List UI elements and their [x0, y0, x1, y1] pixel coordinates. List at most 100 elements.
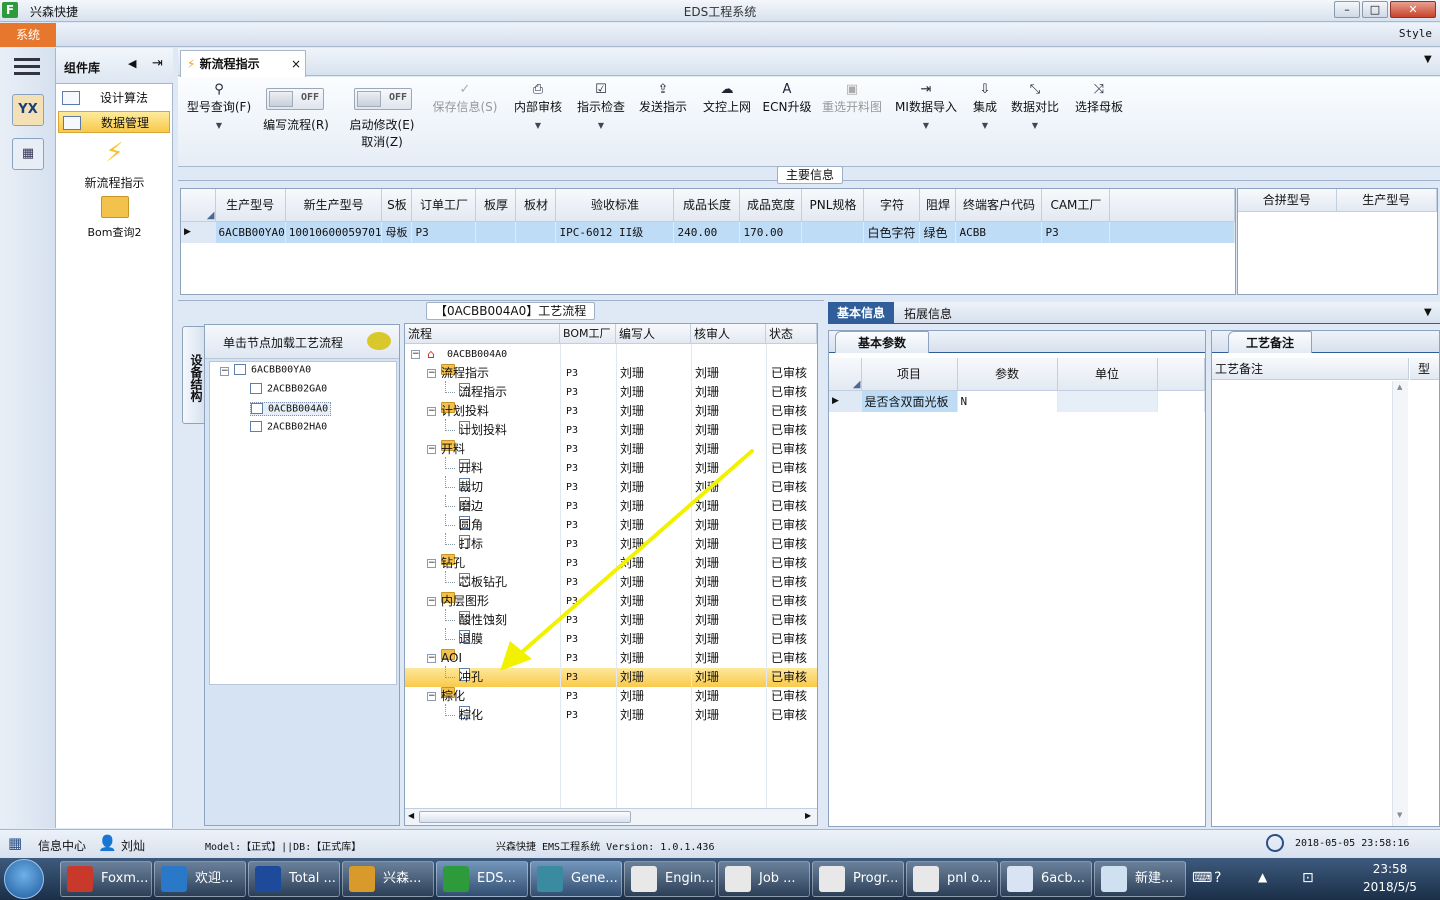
col-reviewer[interactable]: 核审人 [691, 324, 766, 344]
col-merge-model[interactable]: 合拼型号 [1238, 189, 1337, 212]
tree-root-row[interactable]: − ⌂ 0ACBB004A0 [405, 345, 817, 364]
tab-basic-params[interactable]: 基本参数 [835, 331, 929, 353]
save-info-button[interactable]: ✓ 保存信息(S) [430, 82, 500, 115]
reselect-cut-button[interactable]: ▣ 重选开料图 [820, 82, 884, 115]
flow-row[interactable]: 芯板钻孔 P3 刘珊 刘珊 已审核 [405, 571, 817, 592]
col-item[interactable]: 项目 [861, 358, 958, 391]
col-bom-factory[interactable]: BOM工厂 [560, 324, 616, 344]
col-status[interactable]: 状态 [766, 324, 817, 344]
table-row[interactable]: ▶ 是否含双面光板 N [829, 390, 1205, 412]
flow-row[interactable]: 裁切 P3 刘珊 刘珊 已审核 [405, 476, 817, 497]
minimize-button[interactable]: – [1334, 1, 1360, 18]
help-icon[interactable]: ? [1214, 870, 1221, 886]
write-flow-toggle[interactable]: OFF [266, 88, 324, 110]
close-window-button[interactable]: ✕ [1390, 1, 1436, 18]
taskbar-app-button[interactable]: EDS... [436, 861, 528, 897]
scrollbar-thumb[interactable] [419, 811, 631, 823]
complib-item-data-management[interactable]: 数据管理 [58, 111, 170, 133]
tab-basic-info[interactable]: 基本信息 [828, 302, 894, 324]
taskbar-app-button[interactable]: 兴森... [342, 861, 434, 897]
pin-icon[interactable]: ⇥ [152, 56, 163, 71]
start-modify-toggle[interactable]: OFF [354, 88, 412, 110]
col-s-board[interactable]: S板 [381, 189, 413, 222]
col-cam-factory[interactable]: CAM工厂 [1041, 189, 1111, 222]
send-instruction-button[interactable]: ⇪ 发送指示 [636, 82, 690, 115]
data-compare-button[interactable]: ⤡ 数据对比 ▼ [1008, 82, 1062, 130]
type-query-button[interactable]: ⚲ 型号查询(F) ▼ [184, 82, 254, 130]
taskbar-app-button[interactable]: Gene... [530, 861, 622, 897]
internal-review-button[interactable]: ⎙ 内部审核 ▼ [511, 82, 565, 130]
taskbar-time[interactable]: 23:58 [1360, 862, 1420, 876]
taskbar-date[interactable]: 2018/5/5 [1356, 880, 1424, 894]
new-flow-instruction-item[interactable]: ⚡ 新流程指示 [56, 138, 173, 191]
hamburger-menu-icon[interactable] [14, 56, 40, 76]
collapse-icon[interactable]: − [220, 367, 229, 376]
flow-row[interactable]: − AOI P3 刘珊 刘珊 已审核 [405, 649, 817, 668]
tray-expand-icon[interactable]: ▲ [1258, 870, 1267, 884]
flow-row[interactable]: − 内层图形 P3 刘珊 刘珊 已审核 [405, 592, 817, 611]
flow-row[interactable]: − 钻孔 P3 刘珊 刘珊 已审核 [405, 554, 817, 573]
tab-extended-info[interactable]: 拓展信息 [904, 305, 952, 322]
yx-module-icon[interactable]: YX [12, 94, 44, 126]
upload-doc-button[interactable]: ☁ 文控上网 [698, 82, 756, 115]
bom-query-item[interactable]: Bom查询2 [56, 196, 173, 240]
flow-row[interactable]: 磨边 P3 刘珊 刘珊 已审核 [405, 495, 817, 516]
flow-row[interactable]: − 开料 P3 刘珊 刘珊 已审核 [405, 440, 817, 459]
col-type[interactable]: 型 [1410, 358, 1439, 380]
tab-process-notes[interactable]: 工艺备注 [1228, 331, 1312, 353]
col-thickness[interactable]: 板厚 [475, 189, 517, 222]
col-side-production-model[interactable]: 生产型号 [1336, 189, 1437, 212]
tab-dropdown-icon[interactable]: ▼ [1424, 54, 1432, 65]
taskbar-app-button[interactable]: Foxm... [60, 861, 152, 897]
collapse-icon[interactable]: − [427, 654, 436, 663]
collapse-icon[interactable]: − [427, 692, 436, 701]
col-length[interactable]: 成品长度 [673, 189, 741, 222]
complib-item-design-algorithm[interactable]: 设计算法 [58, 87, 170, 109]
taskbar-app-button[interactable]: Progr... [812, 861, 904, 897]
arrow-left-icon[interactable]: ◀ [128, 57, 136, 70]
network-icon[interactable]: ⊡ [1302, 870, 1314, 886]
taskbar-app-button[interactable]: 欢迎... [154, 861, 246, 897]
collapse-icon[interactable]: − [427, 445, 436, 454]
col-customer-code[interactable]: 终端客户代码 [955, 189, 1043, 222]
flow-row[interactable]: 计划投料 P3 刘珊 刘珊 已审核 [405, 419, 817, 440]
collapse-icon[interactable]: − [427, 407, 436, 416]
col-solder-mask[interactable]: 阻焊 [919, 189, 957, 222]
flow-row[interactable]: − 棕化 P3 刘珊 刘珊 已审核 [405, 687, 817, 706]
col-order-factory[interactable]: 订单工厂 [411, 189, 477, 222]
start-button[interactable] [4, 859, 44, 899]
collapse-icon[interactable]: − [411, 350, 420, 359]
taskbar-app-button[interactable]: Engin... [624, 861, 716, 897]
equipment-structure-tab[interactable]: 设备结构 [182, 326, 206, 424]
col-flow[interactable]: 流程 [405, 324, 560, 344]
keyboard-icon[interactable]: ⌨ [1192, 870, 1212, 886]
taskbar-app-button[interactable]: Total ... [248, 861, 340, 897]
tab-close-icon[interactable]: × [291, 51, 301, 77]
table-row[interactable]: ▶ 6ACBB00YA0 10010600059701 母板 P3 IPC-60… [181, 221, 1235, 243]
collapse-icon[interactable]: − [427, 559, 436, 568]
col-param[interactable]: 参数 [957, 358, 1058, 391]
col-new-production-model[interactable]: 新生产型号 [285, 189, 383, 222]
system-menu-tab[interactable]: 系统 [0, 23, 56, 47]
calculator-module-icon[interactable]: ▦ [12, 138, 44, 170]
instruction-check-button[interactable]: ☑ 指示检查 ▼ [574, 82, 628, 130]
flow-row[interactable]: 打标 P3 刘珊 刘珊 已审核 [405, 533, 817, 554]
col-writer[interactable]: 编写人 [616, 324, 691, 344]
flow-row[interactable]: 开料 P3 刘珊 刘珊 已审核 [405, 457, 817, 478]
col-pnl-spec[interactable]: PNL规格 [801, 189, 865, 222]
col-production-model[interactable]: 生产型号 [215, 189, 286, 222]
taskbar-app-button[interactable]: 6acb... [1000, 861, 1092, 897]
flow-row[interactable]: 冲孔 P3 刘珊 刘珊 已审核 [405, 666, 817, 687]
flow-row[interactable]: − 流程指示 P3 刘珊 刘珊 已审核 [405, 364, 817, 383]
flow-row[interactable]: 圆角 P3 刘珊 刘珊 已审核 [405, 514, 817, 535]
select-mother-board-button[interactable]: ⤨ 选择母板 [1072, 82, 1126, 115]
flow-row[interactable]: 退膜 P3 刘珊 刘珊 已审核 [405, 628, 817, 649]
taskbar-app-button[interactable]: 新建... [1094, 861, 1186, 897]
ecn-upgrade-button[interactable]: A ECN升级 [762, 82, 812, 115]
tree-node[interactable]: 2ACBB02GA0 [250, 383, 327, 395]
flow-row[interactable]: 棕化 P3 刘珊 刘珊 已审核 [405, 704, 817, 725]
flow-row[interactable]: 流程指示 P3 刘珊 刘珊 已审核 [405, 381, 817, 402]
collapse-icon[interactable]: − [427, 369, 436, 378]
col-acceptance-standard[interactable]: 验收标准 [555, 189, 675, 222]
tree-node-selected[interactable]: 0ACBB004A0 [250, 402, 332, 416]
